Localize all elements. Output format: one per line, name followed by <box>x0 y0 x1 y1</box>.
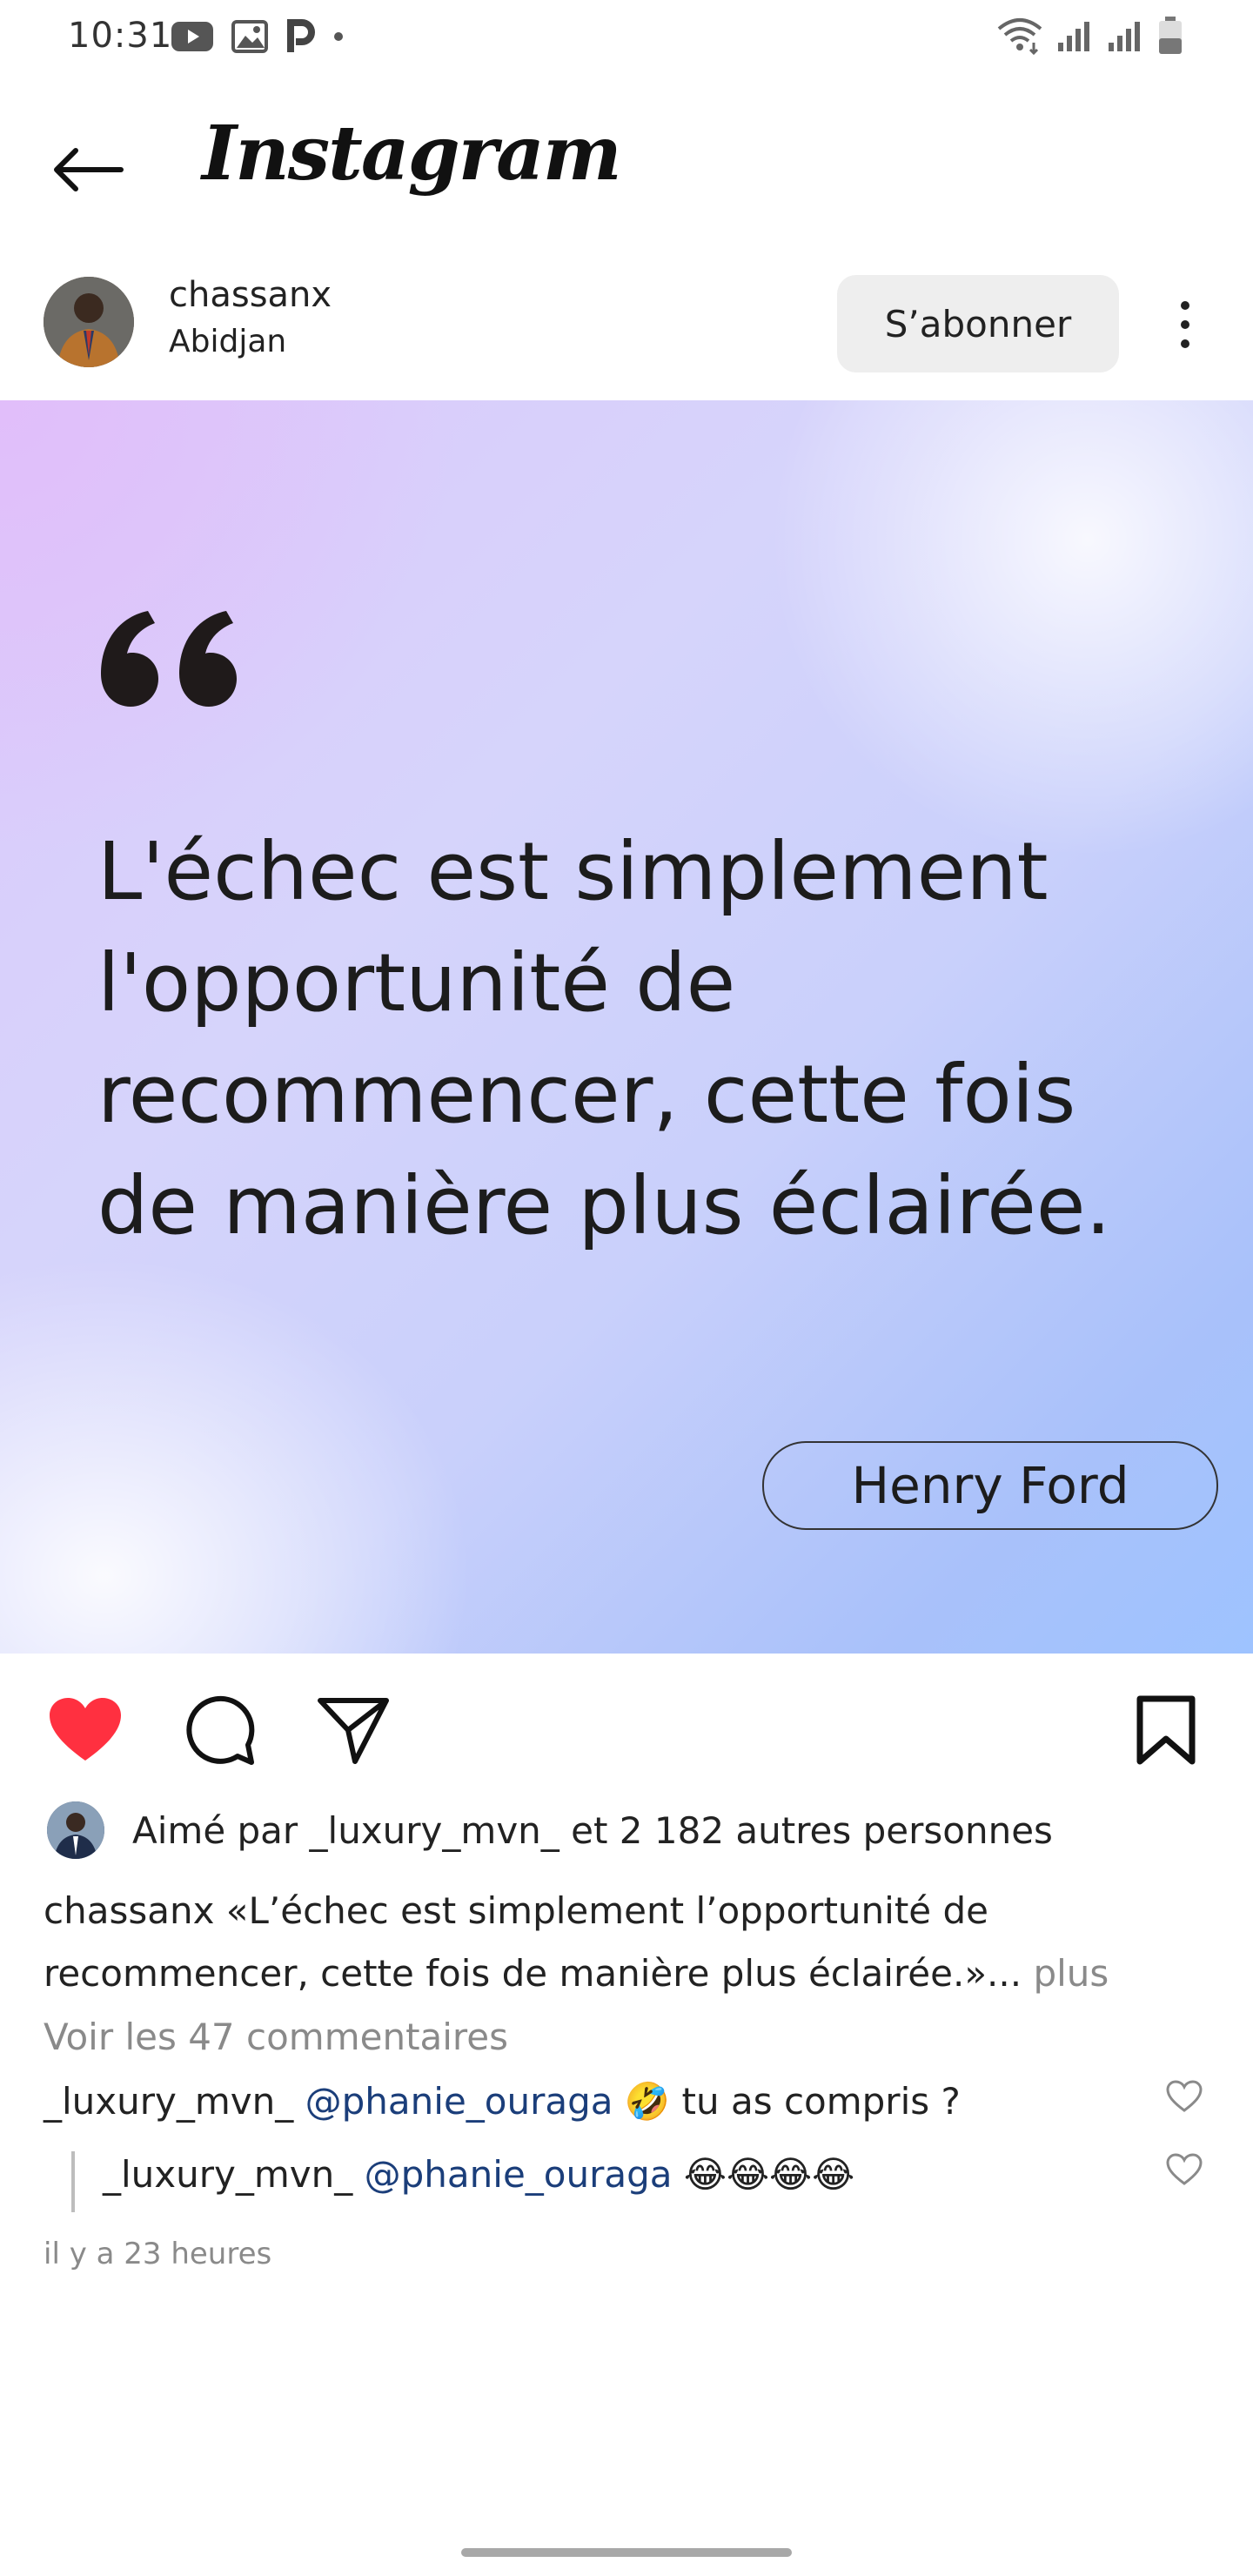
status-notification-icons <box>171 19 345 54</box>
quote-mark-icon <box>101 611 237 707</box>
signal-icon <box>1056 18 1095 53</box>
post-caption[interactable]: chassanx «L’échec est simplement l’oppor… <box>44 1880 1209 2005</box>
like-button[interactable] <box>45 1690 125 1770</box>
author-avatar[interactable] <box>44 277 134 367</box>
post-timestamp: il y a 23 heures <box>44 2237 272 2271</box>
wifi-icon <box>995 17 1044 55</box>
post-image[interactable]: L'échec est simplement l'opportunité de … <box>0 400 1253 1654</box>
post-actions <box>0 1654 1253 1793</box>
reply-thread-line <box>71 2151 75 2212</box>
youtube-icon <box>171 21 214 52</box>
likes-count-text: Aimé par _luxury_mvn_ et 2 182 autres pe… <box>132 1808 1053 1852</box>
caption-username[interactable]: chassanx <box>44 1889 214 1932</box>
save-button[interactable] <box>1126 1690 1206 1770</box>
status-time: 10:31 <box>68 16 173 56</box>
comment-icon <box>186 1695 255 1765</box>
status-system-icons <box>995 16 1183 56</box>
status-bar: 10:31 <box>0 0 1253 78</box>
battery-icon <box>1157 16 1183 56</box>
comment-mention[interactable]: @phanie_ouraga <box>305 2080 613 2123</box>
liker-avatar[interactable] <box>47 1801 104 1859</box>
view-comments-link[interactable]: Voir les 47 commentaires <box>44 2016 508 2058</box>
post-location[interactable]: Abidjan <box>169 324 286 359</box>
signal-icon <box>1107 18 1145 53</box>
reply-username[interactable]: _luxury_mvn_ <box>103 2153 352 2196</box>
more-options-icon[interactable] <box>1166 285 1204 364</box>
reply-item[interactable]: _luxury_mvn_ @phanie_ouraga 😂😂😂😂 <box>103 2153 854 2196</box>
send-icon <box>318 1698 389 1764</box>
share-button[interactable] <box>313 1690 393 1770</box>
comment-emoji: 🤣 <box>624 2080 671 2123</box>
app-title: Instagram <box>202 110 622 198</box>
heart-filled-icon <box>50 1698 121 1761</box>
reply-like-button[interactable] <box>1164 2150 1204 2190</box>
back-button[interactable] <box>44 131 131 209</box>
bookmark-icon <box>1136 1695 1196 1765</box>
quote-author: Henry Ford <box>762 1441 1218 1530</box>
dot-icon <box>332 30 345 43</box>
comment-button[interactable] <box>179 1690 259 1770</box>
post-header: chassanx Abidjan S’abonner <box>0 261 1253 400</box>
quote-text: L'échec est simplement l'opportunité de … <box>97 825 1111 1252</box>
home-indicator[interactable] <box>461 2548 792 2557</box>
post-username[interactable]: chassanx <box>169 275 332 315</box>
p-app-icon <box>285 19 315 54</box>
gallery-icon <box>231 20 268 53</box>
heart-outline-icon <box>1166 2153 1203 2185</box>
caption-more-link[interactable]: plus <box>1033 1952 1109 1995</box>
comment-text: tu as compris ? <box>681 2080 961 2123</box>
arrow-left-icon <box>54 148 124 191</box>
comment-username[interactable]: _luxury_mvn_ <box>44 2080 293 2123</box>
reply-emoji: 😂😂😂😂 <box>683 2153 855 2196</box>
reply-mention[interactable]: @phanie_ouraga <box>365 2153 673 2196</box>
app-header: Instagram <box>0 78 1253 252</box>
comment-item[interactable]: _luxury_mvn_ @phanie_ouraga 🤣 tu as comp… <box>44 2080 961 2123</box>
likes-row[interactable]: Aimé par _luxury_mvn_ et 2 182 autres pe… <box>47 1800 1053 1861</box>
comment-like-button[interactable] <box>1164 2076 1204 2116</box>
follow-button[interactable]: S’abonner <box>837 275 1119 372</box>
heart-outline-icon <box>1166 2080 1203 2112</box>
